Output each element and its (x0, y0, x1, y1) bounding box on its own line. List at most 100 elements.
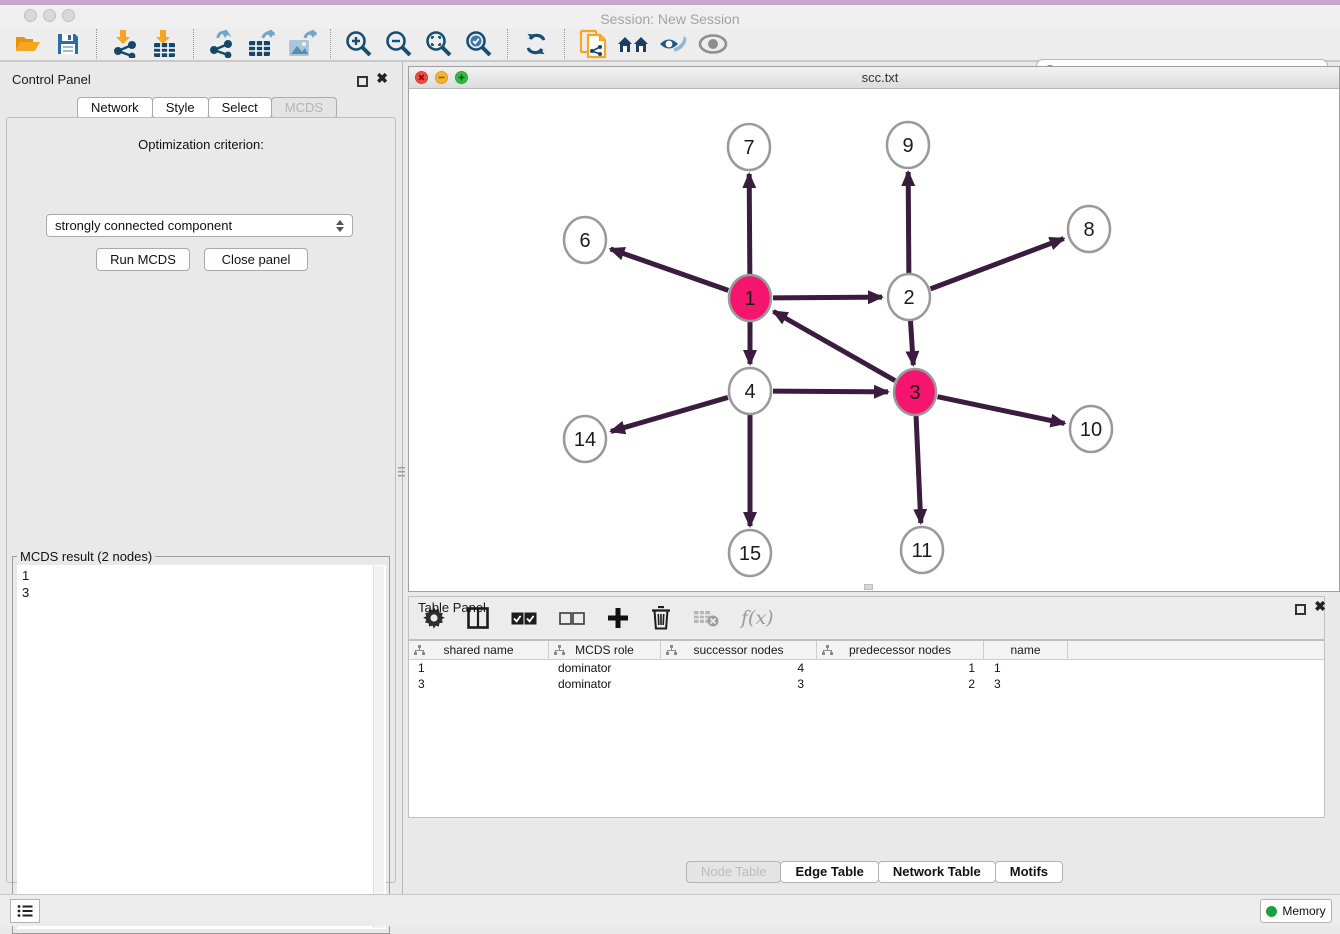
graph-node-14[interactable]: 14 (564, 416, 606, 462)
graph-node-6[interactable]: 6 (564, 217, 606, 263)
refresh-icon[interactable] (516, 29, 556, 59)
toolbar-separator (96, 29, 97, 59)
import-table-icon[interactable] (145, 29, 185, 59)
table-cell[interactable]: 2 (817, 676, 984, 692)
open-session-icon[interactable] (8, 29, 48, 59)
table-row[interactable]: 1dominator411 (409, 660, 1324, 676)
table-cell[interactable]: 1 (984, 660, 1068, 676)
zoom-selected-icon[interactable] (459, 29, 499, 59)
graph-node-1[interactable]: 1 (729, 275, 771, 321)
graph-node-9[interactable]: 9 (887, 122, 929, 168)
zoom-in-icon[interactable] (339, 29, 379, 59)
add-column-icon[interactable] (607, 607, 629, 629)
duplicate-network-icon[interactable] (573, 29, 613, 59)
graph-edge-1-2[interactable] (773, 297, 882, 298)
table-float-panel-icon[interactable] (1295, 602, 1306, 620)
graph-edge-2-8[interactable] (931, 239, 1064, 289)
table-cell[interactable]: 4 (661, 660, 817, 676)
tab-edge-table[interactable]: Edge Table (780, 861, 878, 883)
column-header-name[interactable]: name (984, 641, 1068, 659)
graph-edge-4-3[interactable] (773, 391, 888, 392)
graph-node-8[interactable]: 8 (1068, 206, 1110, 252)
task-list-icon (17, 904, 33, 918)
graph-edge-1-7[interactable] (749, 174, 750, 275)
export-image-icon[interactable] (282, 29, 322, 59)
graph-node-15[interactable]: 15 (729, 530, 771, 576)
column-header-MCDS-role[interactable]: MCDS role (549, 641, 661, 659)
graph-edge-3-11[interactable] (916, 415, 921, 523)
graph-node-11[interactable]: 11 (901, 527, 943, 573)
save-session-icon[interactable] (48, 29, 88, 59)
table-close-panel-icon[interactable]: ✖ (1314, 601, 1326, 612)
network-canvas[interactable]: 7 9 6 8 1 2 4 3 14 10 15 11 (409, 89, 1339, 591)
float-panel-icon[interactable] (357, 74, 368, 92)
control-panel: Control Panel ✖ NetworkStyleSelectMCDS O… (0, 62, 403, 894)
show-graphics-details-icon[interactable] (693, 29, 733, 59)
tab-node-table[interactable]: Node Table (686, 861, 782, 883)
zoom-fit-icon[interactable] (419, 29, 459, 59)
optimization-criterion-select[interactable]: strongly connected component (46, 214, 353, 237)
import-network-icon[interactable] (105, 29, 145, 59)
graph-edge-3-1[interactable] (773, 311, 895, 380)
export-table-icon[interactable] (242, 29, 282, 59)
tab-network-table[interactable]: Network Table (878, 861, 996, 883)
first-neighbors-icon[interactable] (613, 29, 653, 59)
run-mcds-button[interactable]: Run MCDS (96, 248, 190, 271)
mcds-result-text[interactable]: 1 3 (17, 565, 386, 929)
node-label: 15 (739, 543, 761, 565)
delete-table-icon[interactable] (693, 609, 719, 627)
graph-edge-2-3[interactable] (910, 320, 913, 365)
table-cell[interactable]: dominator (549, 660, 661, 676)
task-history-button[interactable] (10, 899, 40, 923)
graph-node-4[interactable]: 4 (729, 368, 771, 414)
hide-graphics-details-icon[interactable] (653, 29, 693, 59)
export-network-icon[interactable] (202, 29, 242, 59)
column-header-shared-name[interactable]: shared name (409, 641, 549, 659)
close-panel-button[interactable]: Close panel (204, 248, 308, 271)
graph-edge-4-14[interactable] (611, 397, 728, 431)
network-window-title: scc.txt (415, 70, 1340, 85)
panel-divider-grip[interactable] (398, 460, 405, 484)
graph-node-3[interactable]: 3 (894, 369, 936, 415)
tab-style[interactable]: Style (152, 97, 209, 119)
graph-edge-2-9[interactable] (908, 172, 909, 274)
toolbar-separator (193, 29, 194, 59)
control-panel-title: Control Panel (12, 72, 91, 87)
node-label: 9 (902, 135, 913, 157)
node-label: 10 (1080, 419, 1102, 441)
zoom-out-icon[interactable] (379, 29, 419, 59)
status-bar: Memory (0, 894, 1340, 926)
graph-edge-1-6[interactable] (610, 249, 728, 290)
select-all-checkboxes-icon[interactable] (511, 612, 537, 625)
table-cell[interactable]: 1 (817, 660, 984, 676)
close-panel-icon[interactable]: ✖ (376, 73, 388, 84)
table-cell[interactable]: dominator (549, 676, 661, 692)
tab-network[interactable]: Network (77, 97, 153, 119)
function-builder-icon[interactable]: f(x) (741, 607, 774, 629)
result-scrollbar[interactable] (373, 566, 384, 928)
memory-button[interactable]: Memory (1260, 899, 1332, 923)
table-cell[interactable]: 3 (984, 676, 1068, 692)
column-header-successor-nodes[interactable]: successor nodes (661, 641, 817, 659)
select-stepper-icon (336, 220, 344, 232)
graph-node-7[interactable]: 7 (728, 124, 770, 170)
optimization-criterion-label: Optimization criterion: (7, 137, 395, 152)
delete-column-trash-icon[interactable] (651, 606, 671, 630)
node-label: 8 (1083, 219, 1094, 241)
memory-status-icon (1266, 906, 1277, 917)
tab-select[interactable]: Select (208, 97, 272, 119)
graph-edge-3-10[interactable] (938, 397, 1065, 424)
tab-mcds[interactable]: MCDS (271, 97, 337, 119)
node-table: shared nameMCDS rolesuccessor nodesprede… (408, 640, 1325, 818)
mcds-result-group: MCDS result (2 nodes) 1 3 (12, 556, 390, 934)
graph-node-10[interactable]: 10 (1070, 406, 1112, 452)
table-cell[interactable]: 3 (409, 676, 549, 692)
table-cell[interactable]: 3 (661, 676, 817, 692)
column-header-predecessor-nodes[interactable]: predecessor nodes (817, 641, 984, 659)
table-cell[interactable]: 1 (409, 660, 549, 676)
table-row[interactable]: 3dominator323 (409, 676, 1324, 692)
canvas-scroll-grip[interactable] (864, 584, 873, 590)
graph-node-2[interactable]: 2 (888, 274, 930, 320)
deselect-all-checkboxes-icon[interactable] (559, 612, 585, 625)
tab-motifs[interactable]: Motifs (995, 861, 1063, 883)
